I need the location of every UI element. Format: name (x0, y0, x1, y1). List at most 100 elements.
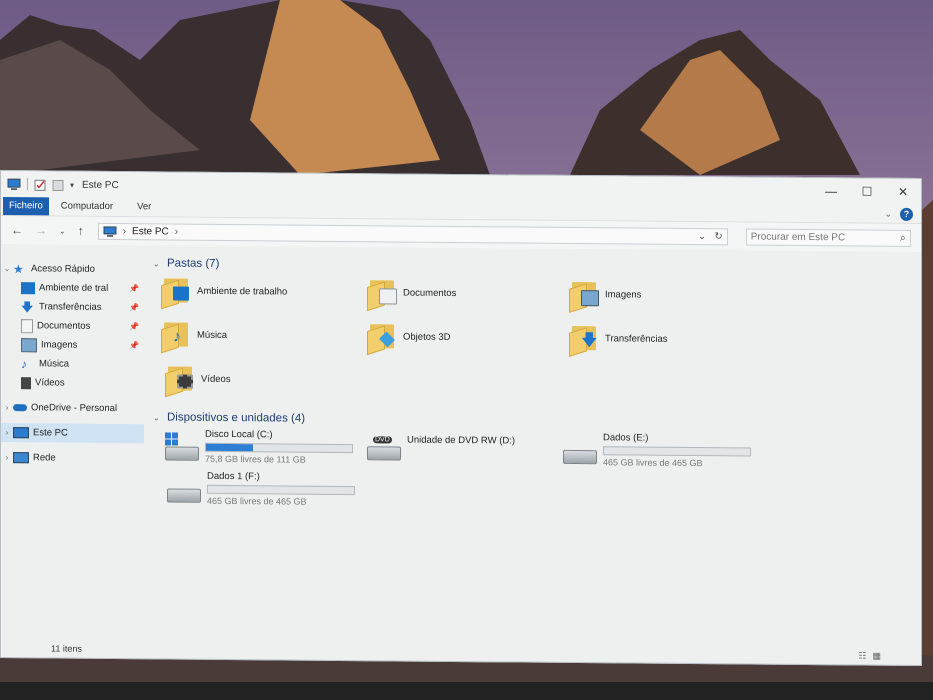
expanded-chevron-icon[interactable]: ⌄ (1, 264, 13, 273)
search-icon[interactable]: ⌕ (900, 232, 906, 243)
downloads-folder-icon: 🡇 (569, 322, 599, 357)
sidebar-item-imagens[interactable]: Imagens 📌 (1, 335, 149, 355)
sidebar-item-label: Ambiente de tral (39, 282, 109, 294)
folder-label: Transferências (605, 332, 668, 345)
up-arrow-icon[interactable]: ↑ (78, 224, 84, 238)
drive-free-space: 75,8 GB livres de 111 GB (205, 453, 306, 465)
collapsed-chevron-icon[interactable]: › (1, 453, 13, 462)
sidebar-item-label: Rede (33, 452, 56, 464)
large-icons-view-icon[interactable]: ▦ (872, 650, 881, 661)
search-box[interactable]: Procurar em Este PC ⌕ (745, 228, 911, 247)
videos-folder-icon (165, 362, 195, 398)
folder-transferencias[interactable]: 🡇 Transferências (569, 322, 668, 357)
folder-label: Música (197, 329, 228, 341)
sidebar-item-documentos[interactable]: Documentos 📌 (1, 316, 149, 336)
sidebar-item-label: Música (39, 358, 70, 370)
sidebar-item-musica[interactable]: ♪ Música (1, 354, 149, 374)
drives-grid: Disco Local (C:) 75,8 GB livres de 111 G… (153, 426, 921, 533)
desktop-icon (21, 281, 35, 294)
computer-icon (13, 427, 29, 439)
refresh-icon[interactable]: ↻ (714, 231, 722, 242)
file-explorer-window: ▾ Este PC — ☐ ✕ Ficheiro Computador Ver … (0, 170, 922, 667)
folder-musica[interactable]: ♪ Música (161, 318, 228, 354)
drive-label: Dados (E:) (603, 432, 649, 444)
drive-free-space: 465 GB livres de 465 GB (207, 495, 307, 507)
back-arrow-icon[interactable]: ← (11, 223, 23, 237)
folder-label: Vídeos (201, 373, 231, 385)
sidebar-item-onedrive[interactable]: › OneDrive - Personal (1, 398, 149, 418)
item-count: 11 itens (51, 643, 82, 654)
sidebar-item-label: OneDrive - Personal (31, 402, 118, 415)
tab-computador[interactable]: Computador (49, 197, 125, 216)
sidebar-item-rede[interactable]: › Rede (1, 448, 149, 468)
forward-arrow-icon[interactable]: → (35, 223, 47, 237)
desktop-folder-icon (161, 274, 191, 310)
taskbar (0, 682, 933, 700)
sidebar-item-acesso-rapido[interactable]: ⌄ ★ Acesso Rápido (1, 259, 149, 279)
music-folder-icon: ♪ (161, 318, 191, 354)
drive-label: Unidade de DVD RW (D:) (407, 434, 516, 447)
sidebar-item-este-pc[interactable]: › Este PC (1, 423, 144, 444)
close-button[interactable]: ✕ (885, 185, 921, 199)
drive-d[interactable]: DVD Unidade de DVD RW (D:) (367, 434, 516, 461)
tab-ficheiro[interactable]: Ficheiro (3, 197, 49, 216)
sidebar-item-videos[interactable]: Vídeos (1, 373, 149, 393)
drive-c[interactable]: Disco Local (C:) 75,8 GB livres de 111 G… (165, 428, 353, 465)
breadcrumb-chevron-icon[interactable]: › (175, 226, 178, 237)
new-folder-icon[interactable] (52, 178, 64, 191)
quick-access-toolbar: ▾ (7, 178, 74, 192)
drive-f[interactable]: Dados 1 (F:) 465 GB livres de 465 GB (167, 470, 355, 507)
folder-label: Imagens (605, 288, 642, 301)
windows-drive-icon (165, 432, 199, 461)
sidebar-item-transferencias[interactable]: 🡇 Transferências 📌 (1, 297, 149, 317)
folder-ambiente-de-trabalho[interactable]: Ambiente de trabalho (161, 274, 288, 310)
computer-icon (103, 225, 117, 237)
group-collapse-chevron-icon[interactable]: ⌄ (153, 259, 167, 268)
network-icon (13, 452, 29, 464)
pin-icon: 📌 (129, 284, 139, 294)
folder-imagens[interactable]: Imagens (569, 278, 642, 313)
breadcrumb-chevron-icon[interactable]: › (123, 226, 126, 237)
dvd-badge: DVD (373, 436, 392, 444)
details-view-icon[interactable]: ☷ (858, 650, 866, 661)
folder-videos[interactable]: Vídeos (165, 362, 231, 398)
group-collapse-chevron-icon[interactable]: ⌄ (153, 413, 167, 422)
collapsed-chevron-icon[interactable]: › (1, 428, 13, 437)
group-header-label: Dispositivos e unidades (4) (167, 411, 306, 425)
address-dropdown-chevron-icon[interactable]: ⌄ (698, 231, 706, 242)
minimize-button[interactable]: — (813, 184, 849, 198)
document-icon (21, 318, 33, 333)
drive-e[interactable]: Dados (E:) 465 GB livres de 465 GB (563, 432, 751, 469)
tab-ver[interactable]: Ver (125, 198, 163, 216)
address-bar[interactable]: › Este PC › ⌄ ↻ (97, 222, 728, 245)
folder-documentos[interactable]: Documentos (367, 276, 456, 312)
sidebar-item-label: Vídeos (35, 377, 65, 389)
collapsed-chevron-icon[interactable]: › (1, 403, 13, 412)
pin-icon: 📌 (129, 341, 139, 351)
sidebar-item-ambiente-de-trabalho[interactable]: Ambiente de tral 📌 (1, 278, 149, 298)
folders-grid: Ambiente de trabalho Documentos Imagens … (153, 272, 921, 415)
computer-icon (7, 178, 21, 191)
maximize-button[interactable]: ☐ (849, 184, 885, 199)
video-icon (21, 376, 31, 389)
folder-label: Ambiente de trabalho (197, 285, 288, 298)
cloud-icon (13, 404, 27, 412)
properties-icon[interactable] (34, 178, 46, 191)
help-icon[interactable]: ? (900, 207, 913, 221)
recent-locations-chevron-icon[interactable]: ⌄ (59, 226, 66, 235)
hard-drive-icon (563, 442, 597, 465)
sidebar-item-label: Acesso Rápido (31, 263, 95, 275)
drive-usage-bar (603, 446, 751, 457)
customize-toolbar-chevron-icon[interactable]: ▾ (70, 180, 74, 189)
music-icon: ♪ (21, 356, 27, 371)
breadcrumb-este-pc[interactable]: Este PC (132, 226, 169, 237)
expand-ribbon-chevron-icon[interactable]: ⌄ (884, 208, 892, 219)
download-icon: 🡇 (21, 299, 34, 314)
pin-icon: 📌 (129, 322, 139, 332)
search-input[interactable]: Procurar em Este PC (751, 231, 845, 243)
folder-objetos-3d[interactable]: Objetos 3D (367, 320, 451, 356)
sidebar-item-label: Documentos (37, 320, 91, 332)
drive-label: Dados 1 (F:) (207, 470, 260, 483)
dvd-drive-icon: DVD (367, 434, 401, 461)
folder-label: Objetos 3D (403, 331, 451, 343)
